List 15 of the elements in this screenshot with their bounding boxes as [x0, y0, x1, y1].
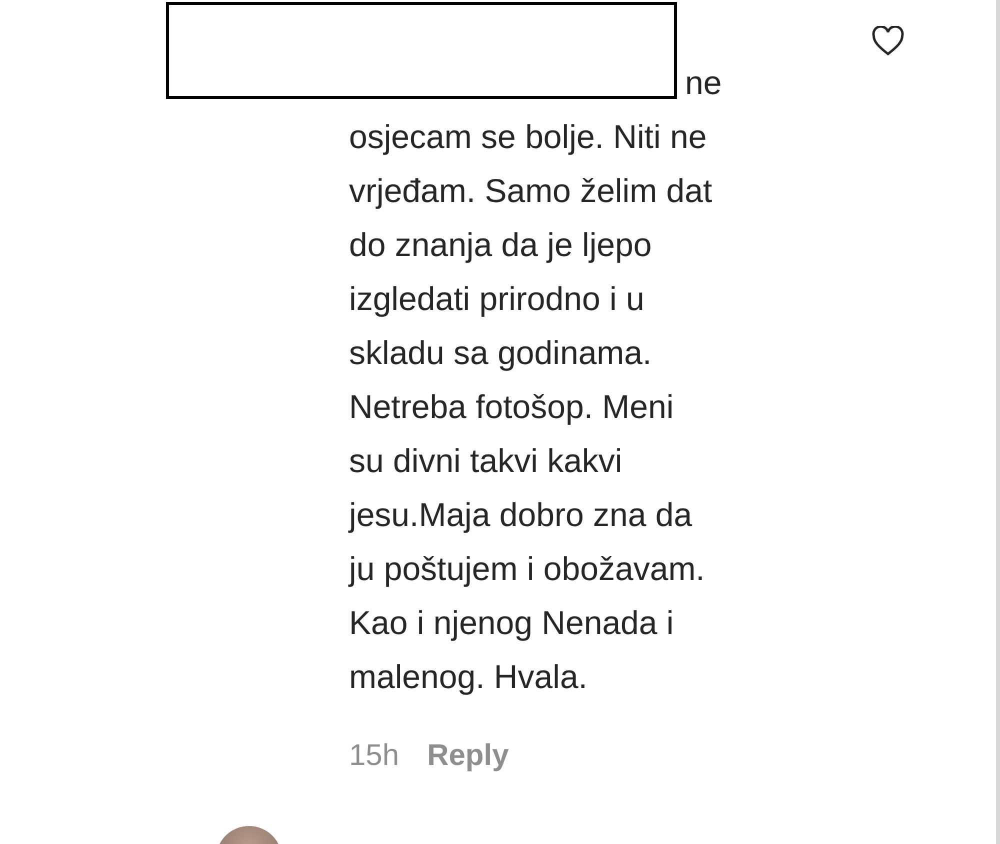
comment-text-line: malenog. Hvala. [349, 657, 588, 697]
comment-text-line: skladu sa godinama. [349, 333, 652, 373]
comment-text-line: Netreba fotošop. Meni [349, 387, 674, 427]
comment-time: 15h [349, 738, 400, 774]
comment-text-line: ne [685, 63, 722, 103]
comment-text-line: jesu.Maja dobro zna da [349, 495, 692, 535]
comment-text-line: izgledati prirodno i u [349, 279, 644, 319]
comment-text-line: su divni takvi kakvi [349, 441, 622, 481]
reply-button[interactable]: Reply [427, 736, 509, 776]
comment-text-line: vrjeđam. Samo želim dat [349, 171, 712, 211]
comment-text-line: ju poštujem i obožavam. [349, 549, 705, 589]
comment-text-line: Kao i njenog Nenada i [349, 603, 674, 643]
comment-text-line: do znanja da je ljepo [349, 225, 652, 265]
heart-icon[interactable] [871, 26, 905, 56]
comment-text-line: osjecam se bolje. Niti ne [349, 117, 707, 157]
